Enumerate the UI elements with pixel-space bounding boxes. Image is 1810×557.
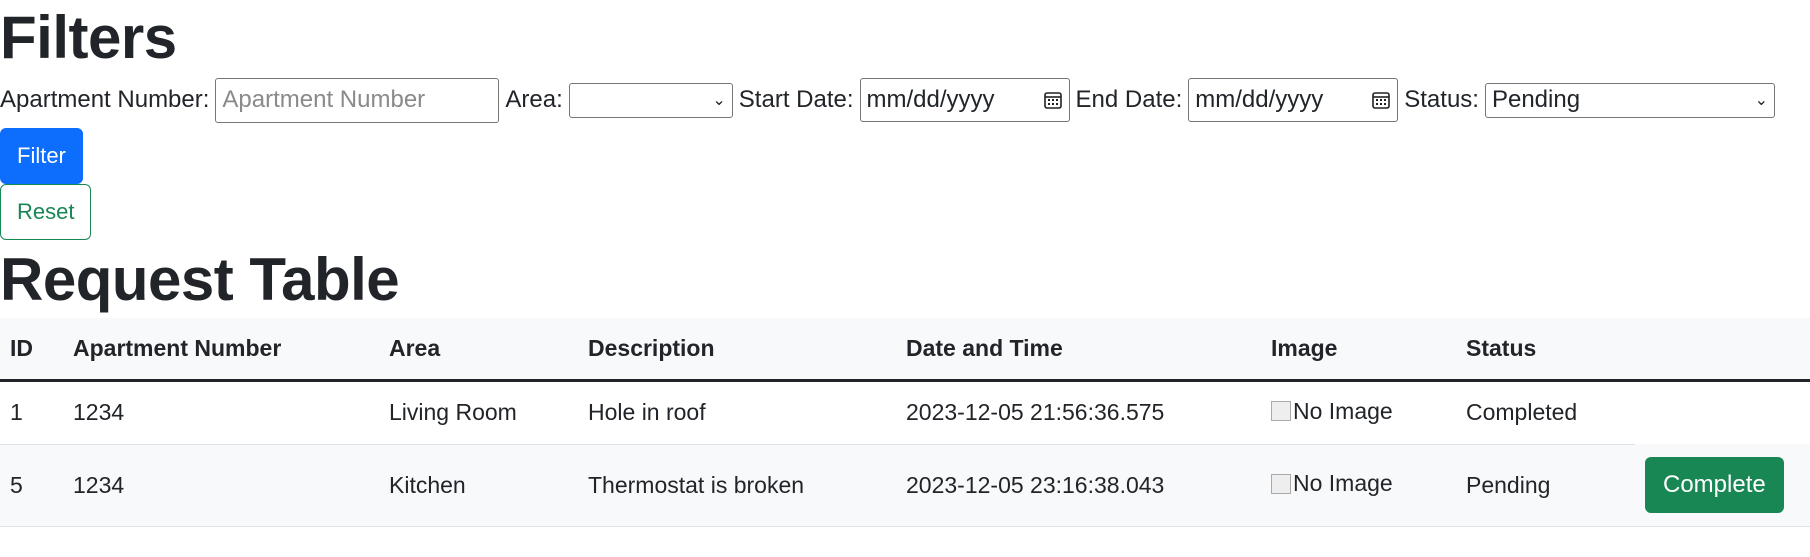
cell-area: Living Room <box>379 380 578 445</box>
calendar-icon[interactable] <box>1371 90 1391 110</box>
filter-button[interactable]: Filter <box>0 128 83 184</box>
filters-heading: Filters <box>0 4 177 71</box>
broken-image-icon <box>1271 473 1291 494</box>
status-label: Status: <box>1404 86 1479 113</box>
column-header-date-time: Date and Time <box>896 318 1261 382</box>
apartment-number-input[interactable] <box>215 77 500 123</box>
request-image: No Image <box>1271 470 1393 497</box>
start-date-input[interactable]: mm/dd/yyyy <box>859 78 1070 122</box>
cell-apartment-number: 1234 <box>63 380 379 445</box>
column-header-description: Description <box>578 318 896 382</box>
request-table-heading: Request Table <box>0 246 400 313</box>
cell-status: Completed <box>1456 380 1635 445</box>
reset-button-row: Reset <box>0 184 1810 240</box>
image-alt-text: No Image <box>1293 397 1393 424</box>
start-date-label: Start Date: <box>738 86 854 113</box>
end-date-value: mm/dd/yyyy <box>1195 86 1324 113</box>
column-header-status: Status <box>1456 318 1635 382</box>
column-header-action <box>1635 318 1810 382</box>
cell-action: Complete <box>1635 444 1810 527</box>
table-row: 1 1234 Living Room Hole in roof 2023-12-… <box>0 380 1810 445</box>
complete-button[interactable]: Complete <box>1645 456 1784 513</box>
cell-image: No Image <box>1261 444 1456 527</box>
cell-date-time: 2023-12-05 21:56:36.575 <box>896 380 1261 445</box>
cell-description: Thermostat is broken <box>578 444 896 527</box>
table-row: 5 1234 Kitchen Thermostat is broken 2023… <box>0 444 1810 527</box>
status-select-value: Pending <box>1491 86 1581 113</box>
broken-image-icon <box>1271 401 1291 422</box>
area-select[interactable]: ⌄ <box>568 82 733 118</box>
column-header-image: Image <box>1261 318 1456 382</box>
chevron-down-icon: ⌄ <box>1754 92 1768 109</box>
filter-bar: Apartment Number: Area: ⌄ Start Date: mm… <box>0 74 1810 126</box>
column-header-apartment-number: Apartment Number <box>63 318 379 382</box>
area-label: Area: <box>505 86 563 113</box>
cell-image: No Image <box>1261 380 1456 445</box>
status-select[interactable]: Pending ⌄ <box>1484 82 1775 118</box>
filter-button-row: Filter <box>0 126 1810 184</box>
cell-id: 1 <box>0 380 63 445</box>
table-header-row: ID Apartment Number Area Description Dat… <box>0 318 1810 382</box>
cell-action <box>1635 380 1810 444</box>
cell-status: Pending <box>1456 444 1635 527</box>
column-header-id: ID <box>0 318 63 382</box>
request-table: ID Apartment Number Area Description Dat… <box>0 318 1810 527</box>
start-date-value: mm/dd/yyyy <box>866 86 995 113</box>
cell-id: 5 <box>0 444 63 527</box>
request-image: No Image <box>1271 398 1393 425</box>
cell-description: Hole in roof <box>578 380 896 445</box>
calendar-icon[interactable] <box>1043 90 1063 110</box>
column-header-area: Area <box>379 318 578 382</box>
image-alt-text: No Image <box>1293 470 1393 497</box>
cell-date-time: 2023-12-05 23:16:38.043 <box>896 444 1261 527</box>
end-date-input[interactable]: mm/dd/yyyy <box>1188 78 1399 122</box>
reset-button[interactable]: Reset <box>0 184 92 240</box>
cell-apartment-number: 1234 <box>63 444 379 527</box>
chevron-down-icon: ⌄ <box>712 92 726 109</box>
end-date-label: End Date: <box>1075 86 1183 113</box>
apartment-number-label: Apartment Number: <box>0 86 210 113</box>
cell-area: Kitchen <box>379 444 578 527</box>
